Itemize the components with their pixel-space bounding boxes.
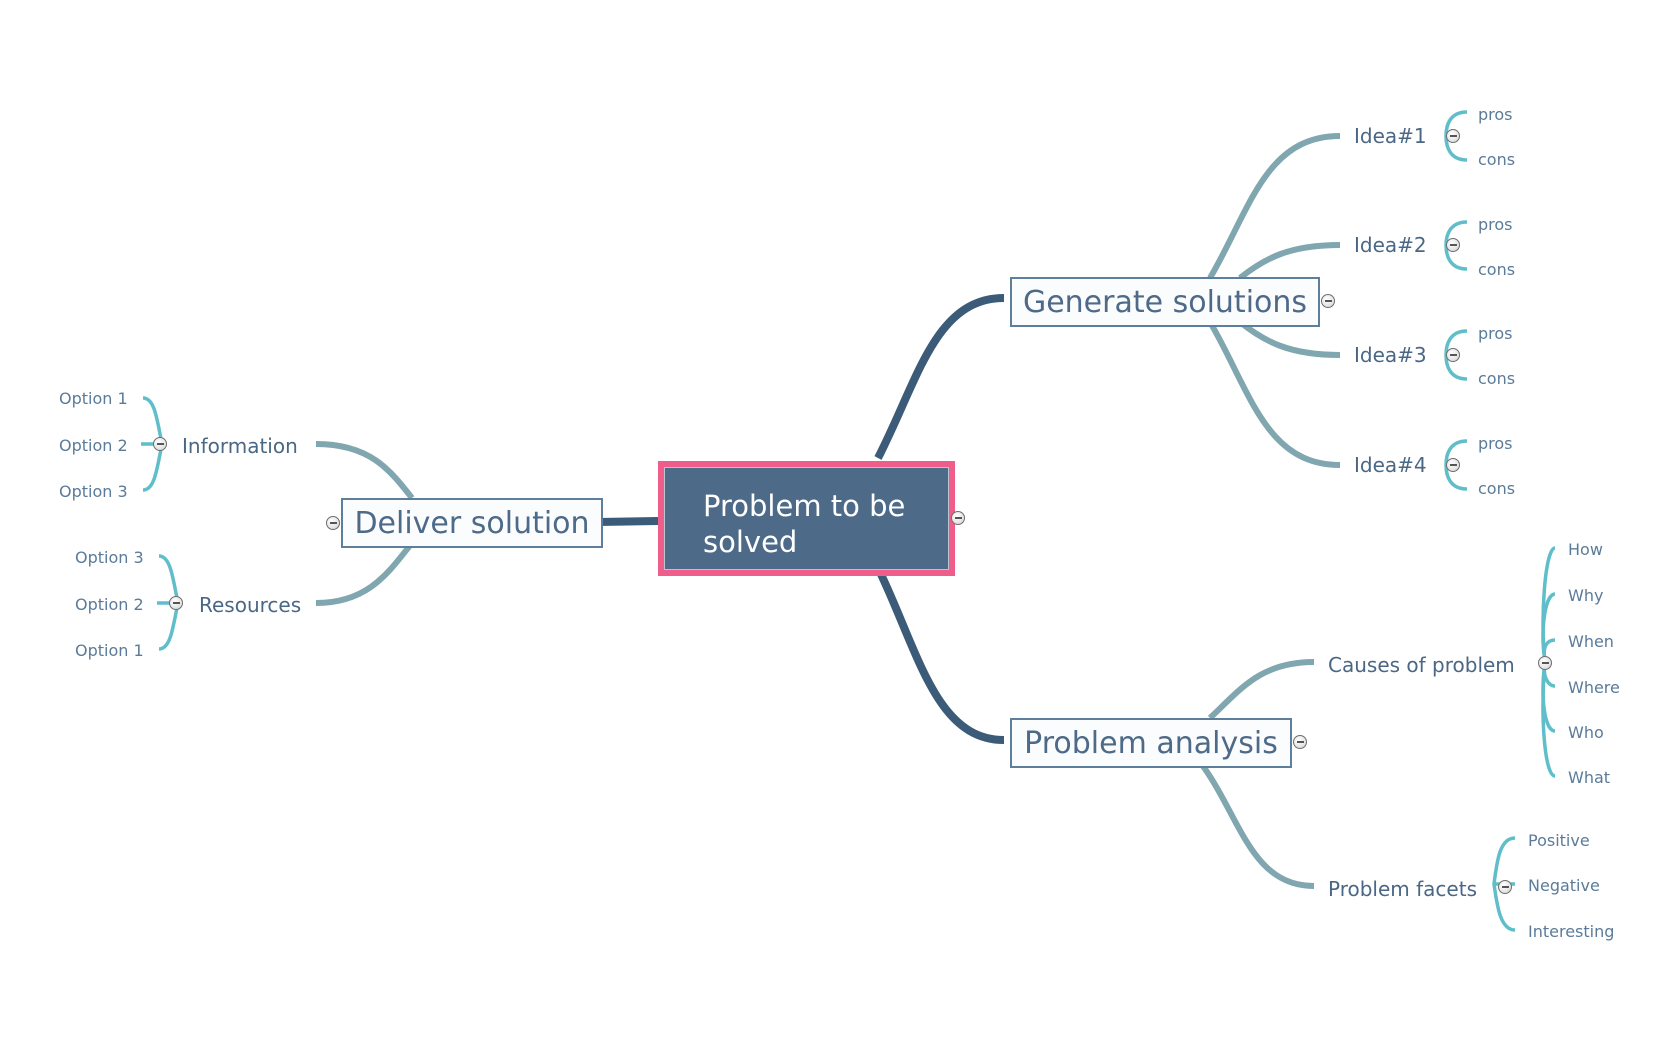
collapse-icon-idea-3[interactable] bbox=[1446, 348, 1460, 362]
collapse-icon-deliver-solution[interactable] bbox=[326, 516, 340, 530]
connector-information bbox=[315, 441, 415, 500]
topic-problem-analysis[interactable]: Problem analysis bbox=[1010, 718, 1292, 768]
connector-root-generate bbox=[874, 294, 1005, 460]
collapse-icon-idea-1[interactable] bbox=[1446, 129, 1460, 143]
leaf-idea-3-pros[interactable]: pros bbox=[1478, 326, 1513, 342]
leaf-facet-negative[interactable]: Negative bbox=[1528, 878, 1600, 894]
collapse-icon-causes-of-problem[interactable] bbox=[1538, 656, 1552, 670]
subtopic-information[interactable]: Information bbox=[182, 436, 298, 456]
leaf-cause-where[interactable]: Where bbox=[1568, 680, 1620, 696]
leaf-cause-how[interactable]: How bbox=[1568, 542, 1603, 558]
leaf-cause-what[interactable]: What bbox=[1568, 770, 1610, 786]
collapse-icon-idea-4[interactable] bbox=[1446, 458, 1460, 472]
leaf-cause-why[interactable]: Why bbox=[1568, 588, 1603, 604]
root-topic[interactable]: Problem to be solved bbox=[658, 461, 955, 576]
leaf-idea-4-pros[interactable]: pros bbox=[1478, 436, 1513, 452]
leaf-idea-1-cons[interactable]: cons bbox=[1478, 152, 1515, 168]
leaf-idea-1-pros[interactable]: pros bbox=[1478, 107, 1513, 123]
topic-generate-solutions[interactable]: Generate solutions bbox=[1010, 277, 1320, 327]
collapse-icon-idea-2[interactable] bbox=[1446, 238, 1460, 252]
subtopic-resources[interactable]: Resources bbox=[199, 595, 301, 615]
collapse-icon-root[interactable] bbox=[951, 511, 965, 525]
leaf-idea-2-pros[interactable]: pros bbox=[1478, 217, 1513, 233]
root-topic-label-line1: Problem to be bbox=[703, 489, 906, 523]
subtopic-idea-1[interactable]: Idea#1 bbox=[1354, 126, 1427, 146]
leaf-resources-option-3[interactable]: Option 3 bbox=[75, 550, 144, 566]
subtopic-problem-facets[interactable]: Problem facets bbox=[1328, 879, 1477, 899]
leaf-resources-option-2[interactable]: Option 2 bbox=[75, 597, 144, 613]
leaf-resources-option-1[interactable]: Option 1 bbox=[75, 643, 144, 659]
leaf-information-option-1[interactable]: Option 1 bbox=[59, 391, 128, 407]
leaf-information-option-2[interactable]: Option 2 bbox=[59, 438, 128, 454]
topic-generate-solutions-label: Generate solutions bbox=[1022, 284, 1308, 320]
leaf-idea-3-cons[interactable]: cons bbox=[1478, 371, 1515, 387]
leaf-facet-interesting[interactable]: Interesting bbox=[1528, 924, 1614, 940]
leaf-idea-2-cons[interactable]: cons bbox=[1478, 262, 1515, 278]
topic-problem-analysis-label: Problem analysis bbox=[1024, 725, 1278, 761]
subtopic-causes-of-problem[interactable]: Causes of problem bbox=[1328, 655, 1515, 675]
root-topic-body: Problem to be solved bbox=[664, 467, 949, 570]
leaf-idea-4-cons[interactable]: cons bbox=[1478, 481, 1515, 497]
collapse-icon-resources[interactable] bbox=[169, 596, 183, 610]
collapse-icon-generate-solutions[interactable] bbox=[1321, 294, 1335, 308]
subtopic-idea-4[interactable]: Idea#4 bbox=[1354, 455, 1427, 475]
collapse-icon-information[interactable] bbox=[153, 437, 167, 451]
brace-causes-what bbox=[1541, 660, 1556, 778]
leaf-information-option-3[interactable]: Option 3 bbox=[59, 484, 128, 500]
connector-idea2 bbox=[1238, 242, 1341, 281]
topic-deliver-solution-label: Deliver solution bbox=[354, 505, 590, 541]
connector-resources bbox=[315, 541, 415, 606]
connector-causes bbox=[1207, 659, 1315, 721]
leaf-cause-when[interactable]: When bbox=[1568, 634, 1614, 650]
topic-deliver-solution[interactable]: Deliver solution bbox=[341, 498, 603, 548]
connector-root-analysis bbox=[874, 566, 1005, 744]
collapse-icon-problem-analysis[interactable] bbox=[1293, 735, 1307, 749]
subtopic-idea-3[interactable]: Idea#3 bbox=[1354, 345, 1427, 365]
connector-root-deliver bbox=[597, 517, 659, 526]
leaf-cause-who[interactable]: Who bbox=[1568, 725, 1604, 741]
subtopic-idea-2[interactable]: Idea#2 bbox=[1354, 235, 1427, 255]
collapse-icon-problem-facets[interactable] bbox=[1498, 880, 1512, 894]
leaf-facet-positive[interactable]: Positive bbox=[1528, 833, 1590, 849]
connector-facets bbox=[1197, 760, 1315, 889]
root-topic-label-line2: solved bbox=[703, 525, 798, 559]
